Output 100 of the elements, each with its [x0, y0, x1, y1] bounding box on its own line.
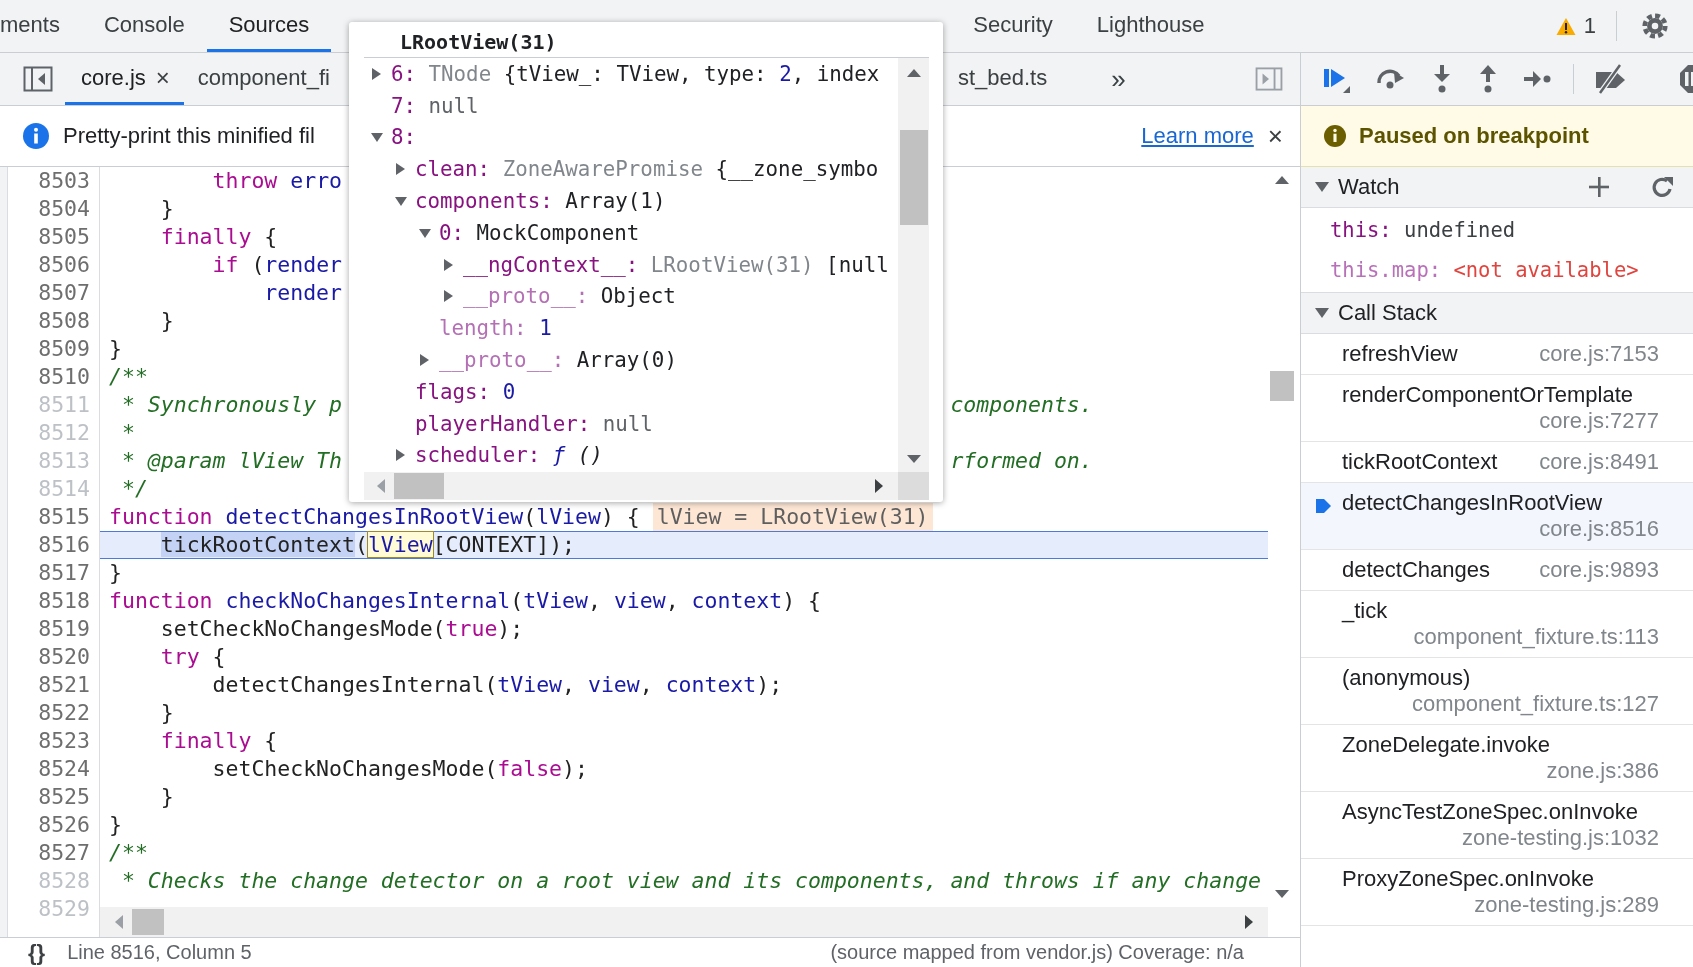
- line-number[interactable]: 8504: [8, 195, 99, 223]
- property-entry[interactable]: components: Array(1): [415, 189, 666, 214]
- warning-icon: [1555, 16, 1576, 36]
- watch-expression[interactable]: this.map: <not available>: [1301, 250, 1693, 290]
- step-icon[interactable]: [1523, 69, 1553, 89]
- line-number[interactable]: 8510: [8, 363, 99, 391]
- property-entry[interactable]: 7: null: [391, 93, 479, 118]
- code-line: * Synchronously p: [120, 391, 342, 419]
- scrollbar-thumb[interactable]: [899, 130, 928, 225]
- settings-icon[interactable]: [1641, 12, 1669, 40]
- line-number[interactable]: 8503: [8, 167, 99, 195]
- line-number[interactable]: 8525: [8, 783, 99, 811]
- scrollbar-thumb[interactable]: [1269, 371, 1294, 401]
- call-frame[interactable]: AsyncTestZoneSpec.onInvoke zone-testing.js:1032: [1301, 792, 1693, 859]
- expand-arrow-icon[interactable]: [395, 449, 407, 462]
- more-tabs-button[interactable]: »: [1111, 53, 1126, 105]
- line-number[interactable]: 8517: [8, 559, 99, 587]
- property-entry[interactable]: flags: 0: [415, 379, 516, 404]
- call-frame[interactable]: (anonymous) component_fixture.ts:127: [1301, 658, 1693, 725]
- panel-tab[interactable]: Security: [951, 0, 1075, 52]
- property-entry[interactable]: length: 1: [439, 316, 552, 341]
- line-number[interactable]: 8508: [8, 307, 99, 335]
- property-entry[interactable]: 6: TNode {tView_: TView, type: 2, index: [391, 61, 880, 86]
- code-line: }: [159, 699, 174, 727]
- line-number[interactable]: 8519: [8, 615, 99, 643]
- refresh-icon[interactable]: [1651, 175, 1675, 199]
- code-line: setCheckNoChangesMode(true);: [159, 615, 524, 643]
- issues-counter[interactable]: 1: [1555, 13, 1596, 39]
- line-number[interactable]: 8518: [8, 587, 99, 615]
- call-frame[interactable]: ZoneDelegate.invoke zone.js:386: [1301, 725, 1693, 792]
- code-line: }: [159, 307, 174, 335]
- line-number[interactable]: 8515: [8, 503, 99, 531]
- scroll-down-icon[interactable]: [906, 454, 921, 464]
- code-line: finally {: [159, 223, 278, 251]
- collapse-arrow-icon[interactable]: [395, 195, 407, 208]
- scroll-up-icon[interactable]: [906, 68, 921, 78]
- expand-arrow-icon[interactable]: [395, 163, 407, 176]
- pause-on-exceptions-icon[interactable]: [1679, 64, 1693, 94]
- call-frame[interactable]: renderComponentOrTemplate core.js:7277: [1301, 375, 1693, 442]
- collapse-arrow-icon[interactable]: [371, 131, 383, 144]
- learn-more-link[interactable]: Learn more: [1141, 123, 1254, 149]
- scrollbar-thumb[interactable]: [132, 909, 164, 935]
- line-number[interactable]: 8523: [8, 727, 99, 755]
- call-frame[interactable]: detectChanges core.js:9893: [1301, 550, 1693, 591]
- scrollbar-thumb[interactable]: [394, 473, 444, 499]
- call-frame[interactable]: _tick component_fixture.ts:113: [1301, 591, 1693, 658]
- property-entry[interactable]: 8:: [391, 125, 429, 150]
- call-frame[interactable]: ProxyZoneSpec.onInvoke zone-testing.js:289: [1301, 859, 1693, 926]
- code-line: /**: [109, 839, 148, 867]
- panel-toggle-icon[interactable]: [1255, 67, 1283, 91]
- section-title: Watch: [1338, 174, 1400, 200]
- expand-arrow-icon[interactable]: [371, 67, 383, 80]
- file-tab[interactable]: st_bed.ts: [943, 53, 1062, 105]
- property-entry[interactable]: __proto__: Array(0): [439, 348, 677, 373]
- code-line: }: [109, 335, 122, 363]
- add-icon[interactable]: [1588, 176, 1610, 198]
- line-number[interactable]: 8521: [8, 671, 99, 699]
- pretty-print-button[interactable]: {}: [28, 939, 46, 966]
- file-tab[interactable]: component_fi: [183, 53, 344, 105]
- file-tab[interactable]: core.js ×: [65, 53, 184, 105]
- scroll-up-icon[interactable]: [1274, 175, 1289, 185]
- line-number[interactable]: 8507: [8, 279, 99, 307]
- property-entry[interactable]: __ngContext__: LRootView(31) [null: [463, 252, 889, 277]
- call-frame[interactable]: detectChangesInRootView core.js:8516: [1301, 483, 1693, 550]
- code-line: /**: [109, 363, 148, 391]
- line-number[interactable]: 8527: [8, 839, 99, 867]
- property-entry[interactable]: clean: ZoneAwarePromise {__zone_symbo: [415, 157, 879, 182]
- call-frame[interactable]: refreshView core.js:7153: [1301, 334, 1693, 375]
- close-tab-button[interactable]: ×: [155, 63, 170, 92]
- scroll-right-icon[interactable]: [874, 479, 884, 493]
- line-number[interactable]: 8516: [8, 531, 99, 559]
- line-number[interactable]: 8505: [8, 223, 99, 251]
- code-line: * @param lView Th: [120, 447, 342, 475]
- code-line: }: [159, 783, 174, 811]
- panel-tab[interactable]: ments: [0, 0, 82, 52]
- expand-arrow-icon[interactable]: [419, 354, 431, 367]
- property-entry[interactable]: __proto__: Object: [463, 284, 676, 309]
- collapse-arrow-icon[interactable]: [419, 226, 431, 239]
- panel-tab[interactable]: Console: [81, 0, 207, 52]
- panel-tab[interactable]: Lighthouse: [1074, 0, 1227, 52]
- line-number[interactable]: 8524: [8, 755, 99, 783]
- scroll-down-icon[interactable]: [1274, 889, 1289, 899]
- line-number[interactable]: 8526: [8, 811, 99, 839]
- expand-arrow-icon[interactable]: [443, 258, 455, 271]
- property-entry[interactable]: 0: MockComponent: [439, 220, 640, 245]
- close-button[interactable]: ×: [1267, 120, 1283, 152]
- expand-arrow-icon[interactable]: [443, 290, 455, 303]
- section-title: Call Stack: [1338, 300, 1438, 326]
- sidebar-toggle-icon[interactable]: [23, 66, 53, 92]
- line-number[interactable]: 8506: [8, 251, 99, 279]
- line-number[interactable]: 8522: [8, 699, 99, 727]
- line-number[interactable]: 8520: [8, 643, 99, 671]
- line-number[interactable]: 8509: [8, 335, 99, 363]
- watch-header[interactable]: Watch: [1301, 167, 1693, 208]
- property-entry[interactable]: scheduler: ƒ (): [415, 443, 603, 468]
- step-out-icon[interactable]: [1477, 64, 1499, 94]
- property-entry[interactable]: playerHandler: null: [415, 411, 653, 436]
- watch-expression[interactable]: this: undefined: [1301, 210, 1693, 250]
- call-stack-header[interactable]: Call Stack: [1301, 293, 1693, 334]
- scroll-right-icon[interactable]: [1244, 915, 1254, 929]
